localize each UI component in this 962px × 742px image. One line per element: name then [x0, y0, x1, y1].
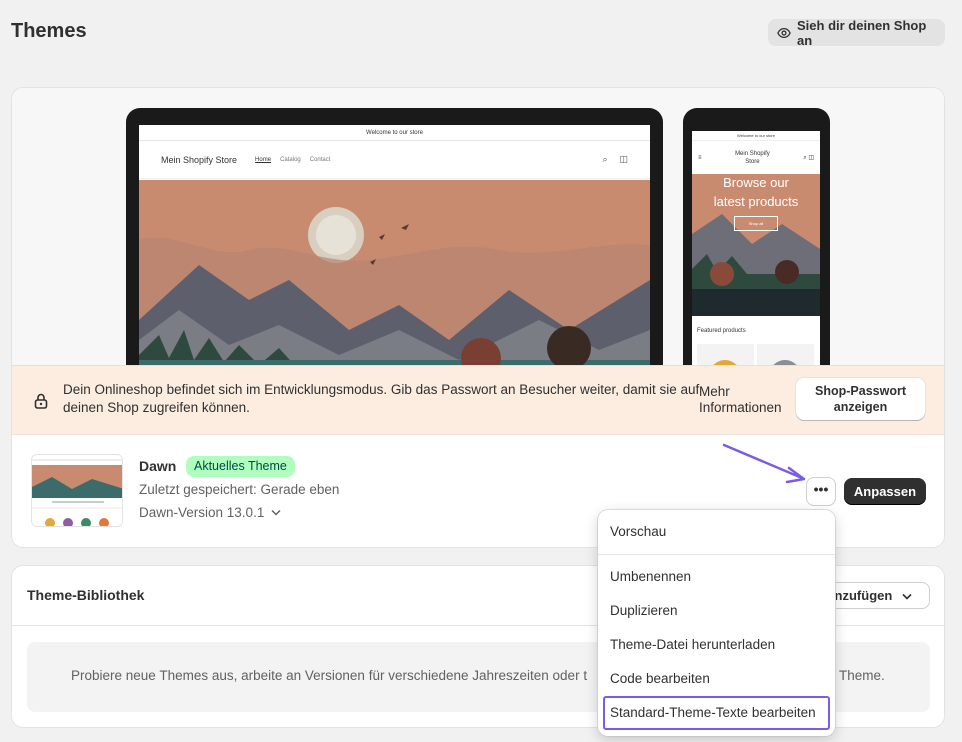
hero-illustration — [139, 180, 650, 366]
view-store-label: Sieh dir deinen Shop an — [797, 17, 927, 48]
nav-contact: Contact — [309, 156, 331, 163]
more-info-link[interactable]: Mehr Informationen — [699, 384, 782, 416]
mobile-search-icon: ⌕ ◫ — [803, 154, 814, 161]
current-theme-badge: Aktuelles Theme — [186, 456, 295, 477]
menu-item-rename[interactable]: Umbenennen — [610, 569, 691, 584]
theme-preview[interactable]: Welcome to our store Mein Shopify Store … — [12, 88, 944, 366]
menu-item-edit-code[interactable]: Code bearbeiten — [610, 671, 710, 686]
store-nav: Home Catalog Contact — [255, 157, 330, 163]
mobile-shop-all: Shop all — [734, 216, 778, 231]
eye-icon — [777, 27, 791, 38]
mobile-hero-line2: latest products — [713, 194, 799, 209]
product-thumb — [757, 344, 814, 366]
page-title: Themes — [11, 20, 87, 42]
theme-version-toggle[interactable]: Dawn-Version 13.0.1 — [139, 505, 281, 520]
theme-actions-menu: Vorschau Umbenennen Duplizieren Theme-Da… — [598, 510, 835, 736]
nav-catalog: Catalog — [280, 156, 301, 163]
empty-state-text-end: Theme. — [839, 668, 885, 683]
product-thumb — [697, 344, 754, 366]
menu-icon: ≡ — [698, 154, 702, 161]
theme-version: Dawn-Version 13.0.1 — [139, 505, 265, 520]
menu-item-edit-default-texts[interactable]: Standard-Theme-Texte bearbeiten — [610, 705, 816, 720]
show-password-button[interactable]: Shop-Passwort anzeigen — [796, 378, 925, 420]
more-actions-button[interactable]: ••• — [807, 478, 835, 505]
last-saved-text: Zuletzt gespeichert: Gerade eben — [139, 482, 340, 497]
mobile-announcement: Welcome to our store — [692, 131, 820, 141]
pointer-arrow-icon — [722, 443, 806, 484]
lock-icon — [34, 393, 48, 409]
desktop-preview: Welcome to our store Mein Shopify Store … — [126, 108, 663, 366]
announcement-bar: Welcome to our store — [139, 125, 650, 141]
theme-library-title: Theme-Bibliothek — [27, 587, 145, 603]
menu-item-preview[interactable]: Vorschau — [610, 524, 666, 539]
view-store-button[interactable]: Sieh dir deinen Shop an — [768, 17, 945, 48]
mobile-featured-title: Featured products — [697, 328, 746, 334]
menu-item-duplicate[interactable]: Duplizieren — [610, 603, 678, 618]
mobile-preview: Welcome to our store ≡ Mein Shopify Stor… — [683, 108, 830, 366]
chevron-down-icon — [271, 509, 281, 516]
theme-name: Dawn — [139, 458, 177, 474]
nav-home: Home — [255, 156, 272, 163]
menu-divider — [598, 554, 835, 555]
chevron-down-icon — [902, 593, 912, 600]
theme-thumbnail — [31, 454, 123, 527]
dev-mode-banner: Dein Onlineshop befindet sich im Entwick… — [12, 365, 944, 435]
empty-state-text: Probiere neue Themes aus, arbeite an Ver… — [71, 668, 588, 683]
search-icon: ⌕ — [602, 154, 608, 164]
menu-item-download[interactable]: Theme-Datei herunterladen — [610, 637, 775, 652]
store-name: Mein Shopify Store — [161, 154, 238, 165]
customize-button[interactable]: Anpassen — [844, 478, 926, 505]
mobile-hero-line1: Browse our — [723, 175, 789, 190]
cart-icon: ◫ — [619, 154, 628, 164]
dev-mode-message: Dein Onlineshop befindet sich im Entwick… — [63, 382, 700, 415]
mobile-store-name: Mein Shopify Store — [735, 150, 770, 165]
store-header: Mein Shopify Store Home Catalog Contact … — [139, 141, 650, 179]
